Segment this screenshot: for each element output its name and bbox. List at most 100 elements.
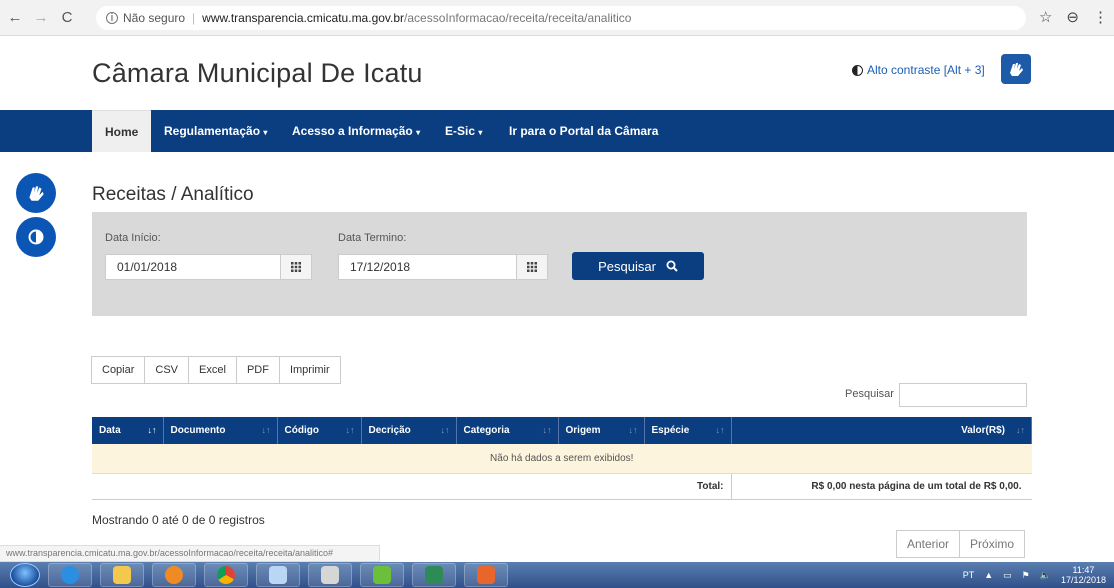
browser-toolbar: ← → C i Não seguro | www.transparencia.c… [0, 0, 1114, 36]
nav-acesso-label: Acesso a Informação [292, 124, 413, 138]
sort-icon: ↓↑ [261, 425, 271, 435]
spreadsheet-icon [425, 566, 443, 584]
column-header-origem[interactable]: Origem ↓↑ [558, 417, 645, 444]
pagination: Anterior Próximo [896, 530, 1026, 558]
main-navbar: Home Regulamentação ▾ Acesso a Informaçã… [0, 110, 1114, 152]
volume-icon[interactable]: 🔈 [1040, 570, 1051, 581]
bookmark-star-icon[interactable]: ☆ [1039, 8, 1052, 26]
caret-down-icon: ▾ [263, 128, 268, 137]
column-header-label: Código [284, 425, 319, 436]
site-header: Câmara Municipal De Icatu Alto contraste… [0, 36, 1114, 110]
language-indicator[interactable]: PT [963, 570, 975, 580]
table-search-input[interactable] [899, 383, 1027, 407]
nav-portal-camara[interactable]: Ir para o Portal da Câmara [509, 110, 658, 152]
internet-explorer-icon [61, 566, 79, 584]
nav-regulamentacao[interactable]: Regulamentação ▾ [164, 110, 267, 152]
end-date-input[interactable]: 17/12/2018 [338, 254, 528, 280]
previous-page-button[interactable]: Anterior [896, 530, 961, 558]
taskbar-snipping-tool[interactable] [308, 563, 352, 587]
taskbar-spreadsheet[interactable] [412, 563, 456, 587]
end-date-label: Data Termino: [338, 232, 407, 244]
back-icon[interactable]: ← [4, 9, 26, 26]
clock-date: 17/12/2018 [1060, 575, 1106, 585]
filter-panel: Data Início: 01/01/2018 Data Termino: 17… [92, 212, 1027, 316]
column-header-label: Data [99, 425, 121, 436]
column-header-descricao[interactable]: Decrição ↓↑ [361, 417, 457, 444]
separator: | [192, 11, 196, 25]
sort-icon: ↓↑ [628, 425, 638, 435]
taskbar-internet-explorer[interactable] [48, 563, 92, 587]
taskbar-file-explorer[interactable] [100, 563, 144, 587]
profile-icon[interactable]: ⊖ [1066, 8, 1079, 26]
column-header-label: Origem [565, 425, 601, 436]
column-header-documento[interactable]: Documento ↓↑ [163, 417, 278, 444]
url-path: /acessoInformacao/receita/receita/analit… [404, 11, 632, 25]
pdf-button[interactable]: PDF [235, 356, 280, 384]
high-contrast-link[interactable]: Alto contraste [Alt + 3] [852, 63, 985, 77]
contrast-icon [852, 64, 863, 76]
menu-icon[interactable]: ⋮ [1093, 8, 1108, 26]
start-date-input[interactable]: 01/01/2018 [105, 254, 295, 280]
network-icon[interactable]: ▭ [1003, 570, 1012, 581]
column-header-label: Decrição [368, 425, 411, 436]
empty-message: Não há dados a serem exibidos! [92, 444, 1032, 474]
sort-icon: ↓↑ [345, 425, 355, 435]
reload-icon[interactable]: C [56, 9, 78, 26]
column-header-label: Valor(R$) [961, 425, 1005, 436]
empty-row: Não há dados a serem exibidos! [92, 444, 1032, 474]
info-icon[interactable]: i [106, 12, 118, 24]
nav-home[interactable]: Home [92, 110, 152, 152]
column-header-categoria[interactable]: Categoria ↓↑ [456, 417, 559, 444]
site-title: Câmara Municipal De Icatu [92, 58, 423, 88]
clock[interactable]: 11:47 17/12/2018 [1061, 565, 1106, 585]
leaf-app-icon [373, 566, 391, 584]
contrast-toggle-icon[interactable] [16, 217, 56, 257]
taskbar-media-player[interactable] [152, 563, 196, 587]
csv-button[interactable]: CSV [144, 356, 190, 384]
sort-icon: ↓↑ [715, 425, 725, 435]
folder-icon [113, 566, 131, 584]
total-row: Total: R$ 0,00 nesta página de um total … [92, 473, 1032, 500]
nav-esic[interactable]: E-Sic ▾ [445, 110, 482, 152]
taskbar-app-g[interactable] [464, 563, 508, 587]
column-header-codigo[interactable]: Código ↓↑ [277, 417, 362, 444]
calendar-icon[interactable] [280, 254, 312, 280]
sort-desc-icon: ↓↑ [147, 425, 157, 435]
copy-button[interactable]: Copiar [91, 356, 146, 384]
taskbar-chrome[interactable] [204, 563, 248, 587]
column-header-valor[interactable]: Valor(R$) ↓↑ [731, 417, 1032, 444]
taskbar-app[interactable] [360, 563, 404, 587]
url-host: www.transparencia.cmicatu.ma.gov.br [202, 11, 405, 25]
column-header-label: Categoria [463, 425, 510, 436]
forward-icon[interactable]: → [30, 9, 52, 26]
next-page-button[interactable]: Próximo [959, 530, 1026, 558]
column-header-label: Espécie [651, 425, 690, 436]
security-label: Não seguro [123, 11, 186, 25]
export-button-group: Copiar CSV Excel PDF Imprimir [91, 356, 341, 384]
tray-expand-icon[interactable]: ▲ [984, 570, 993, 580]
address-bar[interactable]: i Não seguro | www.transparencia.cmicatu… [96, 6, 1026, 30]
sort-icon: ↓↑ [440, 425, 450, 435]
table-header-row: Data ↓↑ Documento ↓↑ Código ↓↑ Decrição ↓↑ C… [92, 417, 1032, 444]
media-player-icon [165, 566, 183, 584]
status-bar-url: www.transparencia.cmicatu.ma.gov.br/aces… [0, 545, 380, 562]
search-button[interactable]: Pesquisar [572, 252, 704, 280]
print-button[interactable]: Imprimir [278, 356, 341, 384]
calendar-icon[interactable] [516, 254, 548, 280]
sort-icon: ↓↑ [542, 425, 552, 435]
nav-acesso-informacao[interactable]: Acesso a Informação ▾ [292, 110, 420, 152]
table-search-label: Pesquisar [845, 388, 894, 400]
vlibras-hands-icon[interactable] [16, 173, 56, 213]
start-button[interactable] [10, 563, 40, 587]
chrome-icon [217, 566, 235, 584]
column-header-data[interactable]: Data ↓↑ [92, 417, 164, 444]
records-info: Mostrando 0 até 0 de 0 registros [92, 513, 265, 527]
vlibras-hands-icon[interactable] [1001, 54, 1031, 84]
start-date-label: Data Início: [105, 232, 161, 244]
action-center-icon[interactable]: ⚑ [1022, 570, 1030, 581]
taskbar-paint[interactable] [256, 563, 300, 587]
column-header-especie[interactable]: Espécie ↓↑ [644, 417, 732, 444]
nav-regulamentacao-label: Regulamentação [164, 124, 261, 138]
search-icon [666, 260, 678, 272]
excel-button[interactable]: Excel [188, 356, 237, 384]
